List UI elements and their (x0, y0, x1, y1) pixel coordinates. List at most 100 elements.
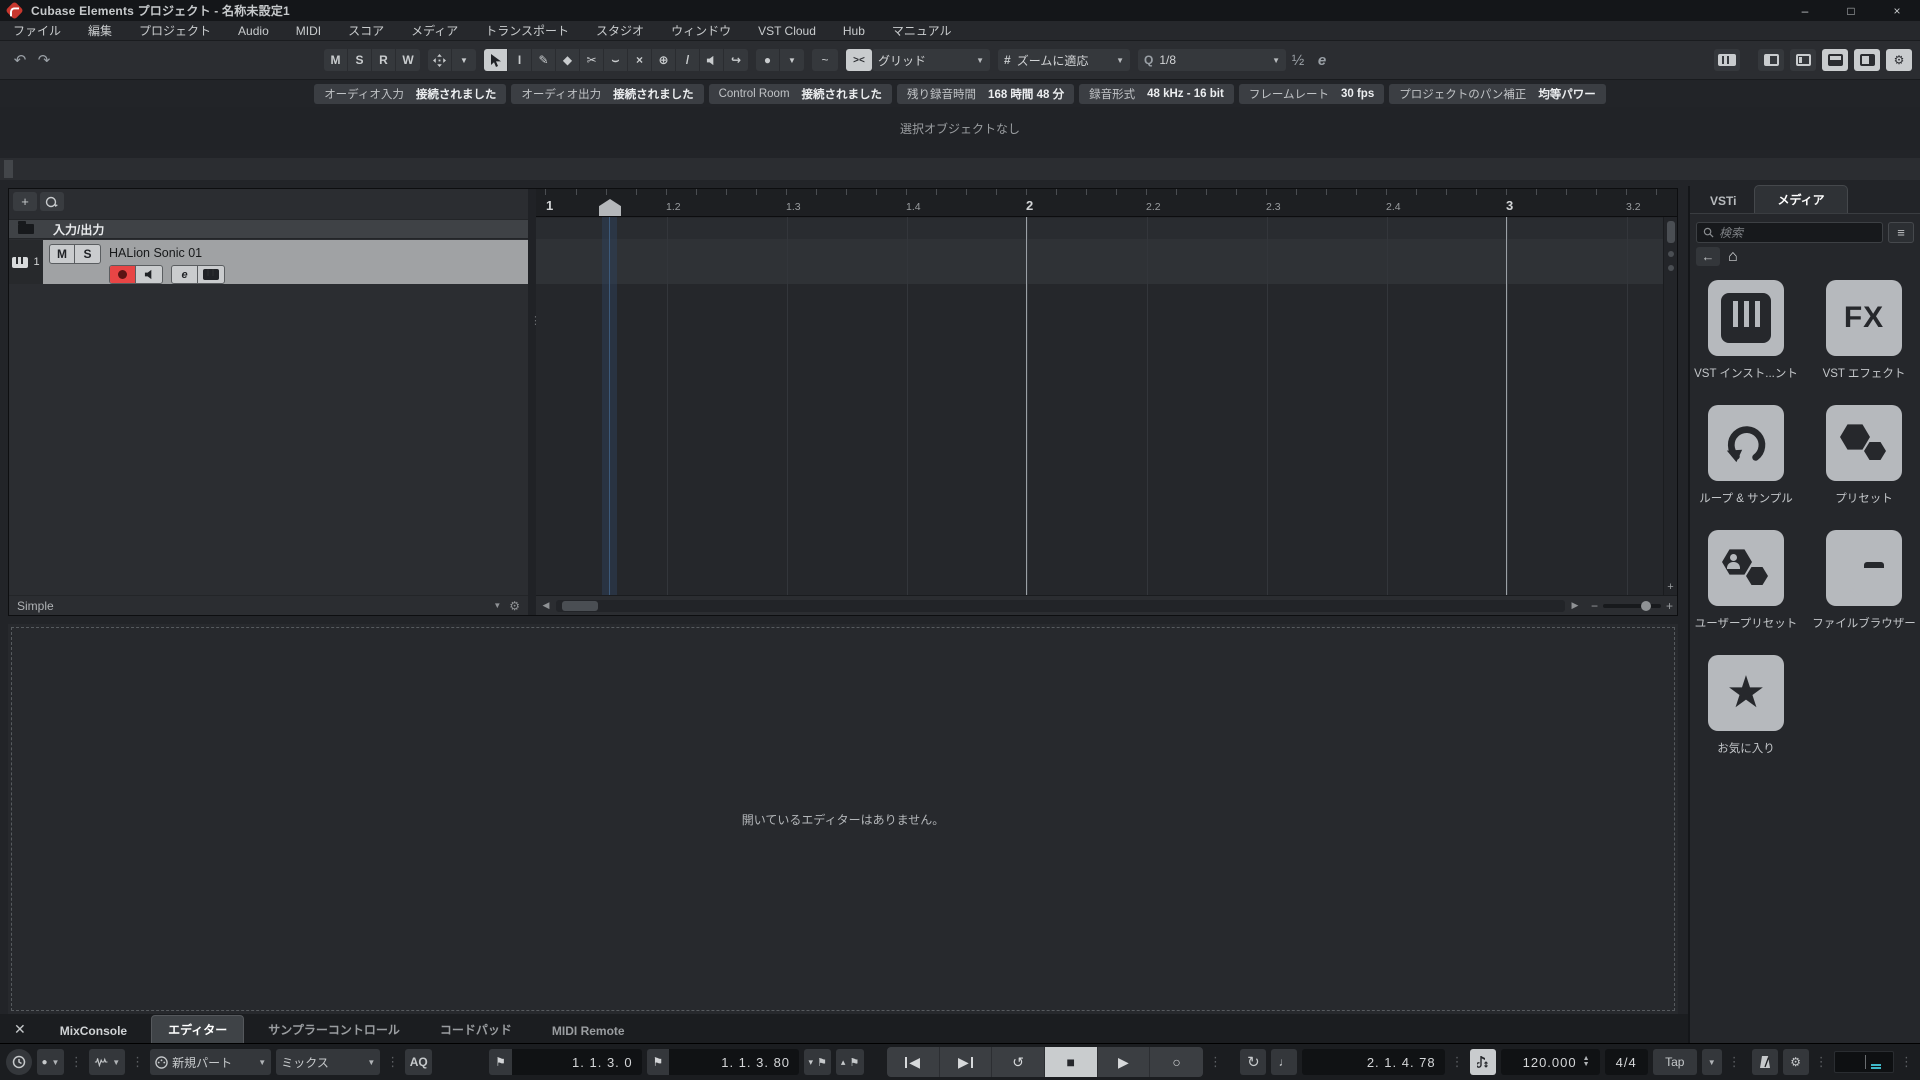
play-button[interactable]: ▶ (1098, 1047, 1151, 1077)
racks-icon[interactable] (1714, 49, 1740, 71)
glue-tool-icon[interactable]: ⌣ (604, 49, 628, 71)
menu-window[interactable]: ウィンドウ (671, 22, 731, 39)
play-tool-icon[interactable] (700, 49, 724, 71)
record-button[interactable]: ○ (1150, 1047, 1203, 1077)
range-selection-tool-icon[interactable]: I (508, 49, 532, 71)
menu-file[interactable]: ファイル (13, 22, 61, 39)
visibility-agent-label[interactable]: Simple (17, 599, 54, 613)
snap-type-dropdown[interactable]: グリッド ▼ (872, 49, 990, 71)
scroll-right-icon[interactable]: ▶ (1569, 600, 1581, 611)
maximize-button[interactable]: □ (1828, 0, 1874, 21)
return-to-start-icon[interactable]: ↻ (1240, 1049, 1267, 1075)
menu-transport[interactable]: トランスポート (485, 22, 569, 39)
show-right-zone-icon[interactable] (1854, 49, 1880, 71)
list-view-icon[interactable]: ≡ (1888, 222, 1914, 243)
auto-quantize-button[interactable]: AQ (405, 1049, 433, 1075)
frame-rate[interactable]: フレームレート 30 fps (1238, 83, 1385, 104)
automation-write-button[interactable]: W (396, 49, 420, 71)
automation-read-button[interactable]: R (372, 49, 396, 71)
project-cursor-handle[interactable] (599, 199, 621, 216)
color-tool-dropdown[interactable]: ▼ (780, 49, 804, 71)
tab-midi-remote[interactable]: MIDI Remote (536, 1019, 641, 1043)
menu-audio[interactable]: Audio (238, 24, 269, 38)
tab-chord-pads[interactable]: コードパッド (424, 1016, 528, 1043)
event-display-area[interactable]: 1 1.2 1.3 1.4 2 2.2 2.3 2.4 3 3.2 + ◀ ▶ … (536, 189, 1677, 615)
add-track-button[interactable]: + (13, 192, 37, 211)
horizontal-scroll-thumb[interactable] (562, 600, 598, 611)
tap-tempo-button[interactable]: Tap (1652, 1049, 1697, 1075)
automation-follows-events-icon[interactable]: ~ (812, 49, 838, 71)
global-solo-button[interactable]: S (348, 49, 372, 71)
tile-vst-instruments[interactable]: VST インスト...ント (1691, 280, 1801, 381)
mute-tool-icon[interactable]: × (628, 49, 652, 71)
object-selection-tool-icon[interactable] (484, 49, 508, 71)
punch-in-button[interactable]: ▾ ⚑ (804, 1049, 832, 1075)
monitor-button[interactable] (136, 266, 162, 283)
midi-record-mode-dropdown[interactable]: 新規パート ▼ (150, 1049, 272, 1075)
constrain-delay-compensation-icon[interactable] (6, 1049, 32, 1075)
menu-manual[interactable]: マニュアル (892, 22, 952, 39)
snap-toggle-icon[interactable]: >< (846, 49, 872, 71)
show-left-zone-icon[interactable] (1758, 49, 1784, 71)
tab-sampler-control[interactable]: サンプラーコントロール (252, 1016, 416, 1043)
color-tool-icon[interactable]: ● (756, 49, 780, 71)
track-solo-button[interactable]: S (75, 245, 100, 263)
control-room-status[interactable]: Control Room 接続されました (708, 83, 893, 104)
zoom-out-icon[interactable]: − (1591, 599, 1598, 613)
erase-tool-icon[interactable]: ◆ (556, 49, 580, 71)
metronome-icon[interactable] (1751, 1049, 1778, 1075)
common-record-mode-dropdown[interactable]: ● ▼ (37, 1049, 64, 1075)
menu-vst-cloud[interactable]: VST Cloud (758, 24, 816, 38)
menu-edit[interactable]: 編集 (88, 22, 112, 39)
vertical-scrollbar[interactable]: + (1663, 217, 1677, 595)
punch-out-button[interactable]: ▴ ⚑ (836, 1049, 864, 1075)
tile-favorites[interactable]: ★ お気に入り (1691, 655, 1801, 756)
tile-loops-samples[interactable]: ループ & サンプル (1691, 405, 1801, 506)
folder-track-row[interactable]: 入力/出力 (9, 219, 528, 239)
scroll-left-icon[interactable]: ◀ (540, 600, 552, 611)
auto-scroll-dropdown[interactable]: ▼ (452, 49, 476, 71)
menu-studio[interactable]: スタジオ (596, 22, 644, 39)
search-input[interactable] (1719, 225, 1876, 240)
track-name[interactable]: HALion Sonic 01 (109, 246, 202, 260)
right-locator[interactable]: ⚑ 1. 1. 3. 80 (646, 1049, 800, 1075)
tile-vst-effects[interactable]: FX VST エフェクト (1809, 280, 1919, 381)
tile-presets[interactable]: プリセット (1809, 405, 1919, 506)
tab-vsti[interactable]: VSTi (1696, 189, 1750, 213)
record-format[interactable]: 録音形式 48 kHz - 16 bit (1079, 83, 1234, 104)
tempo-track-toggle-icon[interactable] (1469, 1049, 1496, 1075)
time-format-icon[interactable]: ♩ (1271, 1049, 1298, 1075)
pan-law[interactable]: プロジェクトのパン補正 均等パワー (1389, 83, 1606, 104)
undo-icon[interactable]: ↶ (8, 48, 32, 72)
menu-media[interactable]: メディア (411, 22, 458, 39)
record-time-remaining[interactable]: 残り録音時間 168 時間 48 分 (897, 83, 1075, 104)
tile-file-browser[interactable]: ファイルブラウザー (1809, 530, 1919, 631)
iterative-quantize-icon[interactable]: ½ (1286, 48, 1310, 72)
show-inspector-icon[interactable] (1790, 49, 1816, 71)
scrub-tool-icon[interactable]: ↪ (724, 49, 748, 71)
audio-output-status[interactable]: オーディオ出力 接続されました (511, 83, 704, 104)
primary-time-display[interactable]: 2. 1. 4. 78 (1302, 1049, 1445, 1075)
left-locator[interactable]: ⚑ 1. 1. 3. 0 (489, 1049, 642, 1075)
menu-score[interactable]: スコア (348, 22, 384, 39)
go-to-start-button[interactable]: ◀ (887, 1047, 940, 1077)
go-to-end-button[interactable]: ▶ (940, 1047, 993, 1077)
stop-button[interactable]: ■ (1044, 1047, 1098, 1077)
auto-scroll-icon[interactable] (428, 49, 452, 71)
global-mute-button[interactable]: M (324, 49, 348, 71)
vertical-zoom-in-icon[interactable]: + (1664, 581, 1677, 593)
zoom-in-icon[interactable]: + (1666, 599, 1673, 613)
time-signature-display[interactable]: 4/4 (1604, 1049, 1648, 1075)
menu-midi[interactable]: MIDI (296, 24, 321, 38)
zoom-slider-thumb[interactable] (1640, 600, 1651, 611)
media-search-field[interactable] (1696, 222, 1883, 243)
split-tool-icon[interactable]: ✂ (580, 49, 604, 71)
track-mute-button[interactable]: M (50, 245, 75, 263)
minimize-button[interactable]: – (1782, 0, 1828, 21)
tempo-display[interactable]: 120.000 ▲ ▼ (1500, 1049, 1600, 1075)
audio-input-status[interactable]: オーディオ入力 接続されました (314, 83, 507, 104)
record-enable-button[interactable] (110, 266, 136, 283)
tab-editor[interactable]: エディター (151, 1015, 245, 1043)
redo-icon[interactable]: ↷ (32, 48, 56, 72)
agent-dropdown-icon[interactable]: ▼ (493, 601, 501, 610)
